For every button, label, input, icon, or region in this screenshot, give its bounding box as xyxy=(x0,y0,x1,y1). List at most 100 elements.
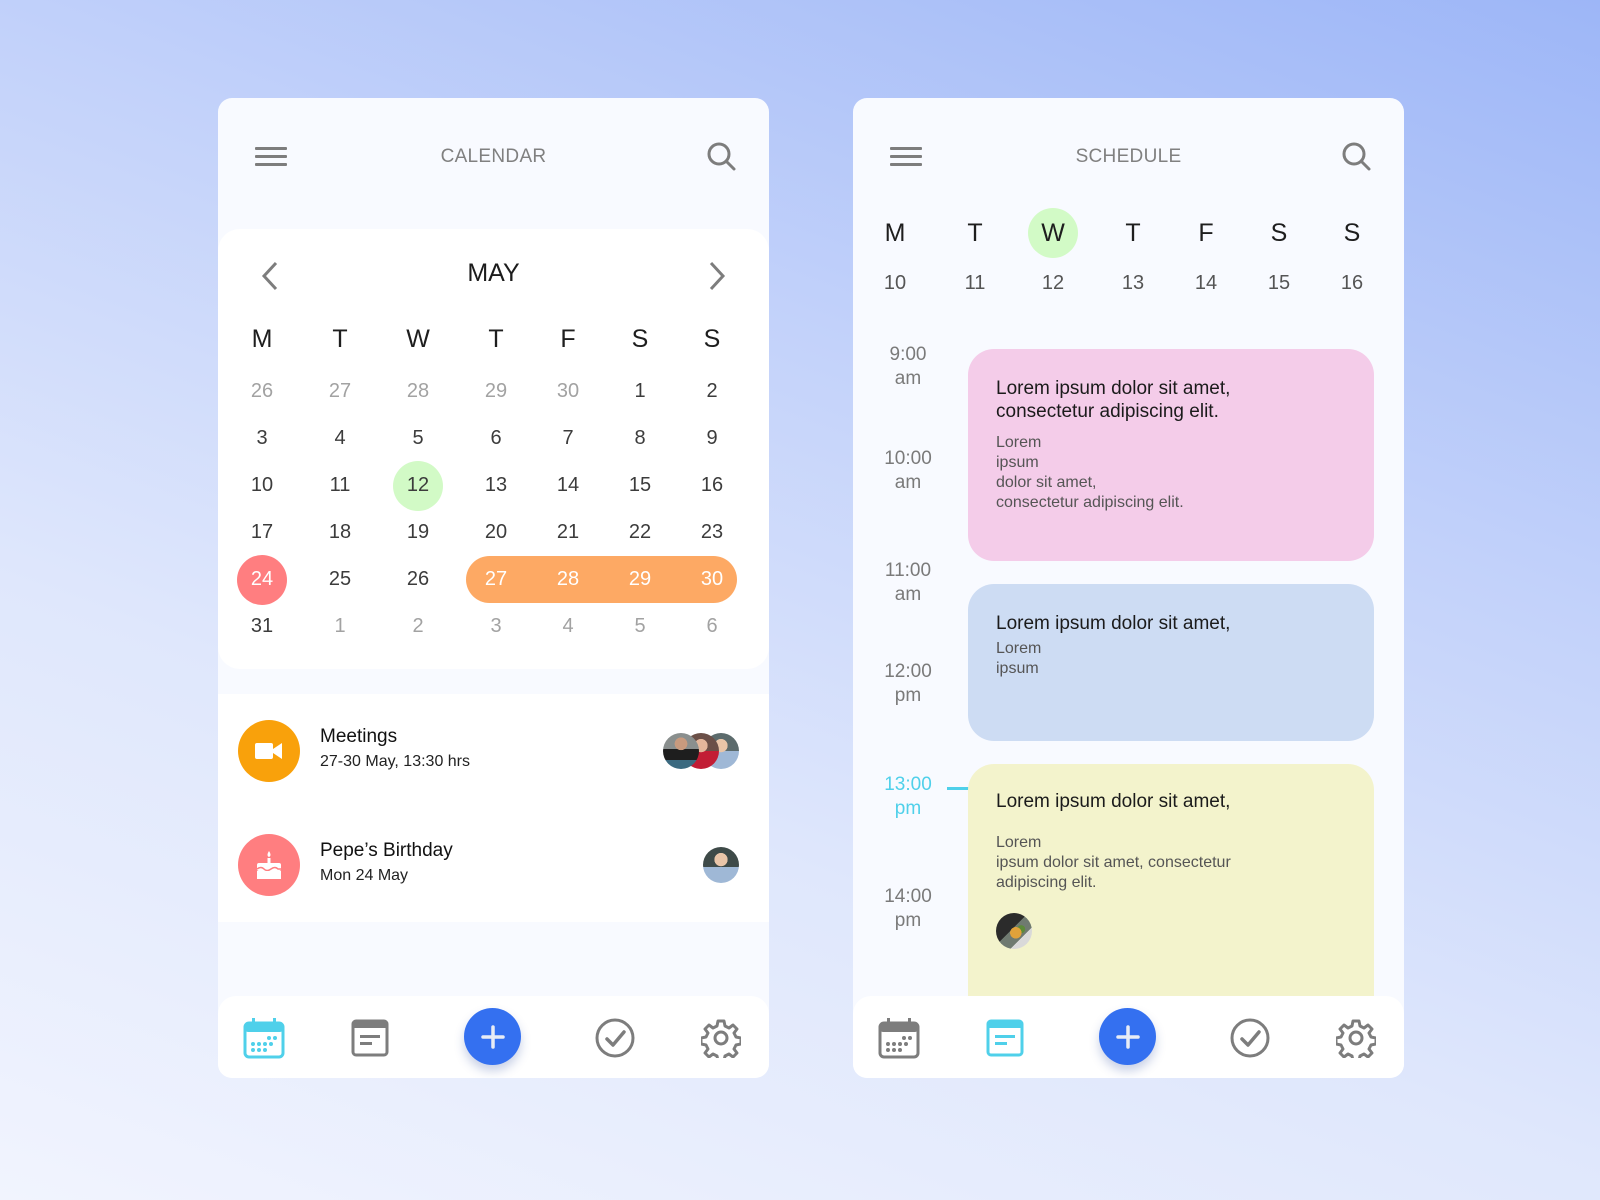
date-cell[interactable]: 10 xyxy=(232,462,292,509)
schedule-event[interactable]: Lorem ipsum dolor sit amet, Lorem ipsum xyxy=(968,584,1374,741)
weekday-label: F xyxy=(560,325,576,353)
weekday-label: T xyxy=(488,325,504,353)
date-cell[interactable]: 27 xyxy=(310,368,370,415)
week-day-active[interactable]: W 12 xyxy=(1023,208,1083,295)
event-list: Meetings 27-30 May, 13:30 hrs Pepe’s Bir… xyxy=(218,694,769,922)
event-item-meetings[interactable]: Meetings 27-30 May, 13:30 hrs xyxy=(238,720,739,782)
date-cell[interactable]: 3 xyxy=(232,415,292,462)
date-cell[interactable]: 4 xyxy=(310,415,370,462)
weekday-date: 16 xyxy=(1340,272,1364,294)
birthday-cake-icon xyxy=(238,834,300,896)
date-cell[interactable]: 28 xyxy=(388,368,448,415)
date-cell[interactable]: 29 xyxy=(610,556,670,603)
weekday-label: M xyxy=(251,325,273,353)
date-cell[interactable]: 15 xyxy=(610,462,670,509)
event-body: Lorem ipsum xyxy=(996,640,1042,677)
week-day[interactable]: S 15 xyxy=(1249,208,1309,295)
calendar-icon[interactable] xyxy=(242,1016,286,1060)
date-cell[interactable]: 29 xyxy=(466,368,526,415)
date-cell[interactable]: 26 xyxy=(232,368,292,415)
date-cell[interactable]: 21 xyxy=(538,509,598,556)
plus-icon xyxy=(1115,1024,1140,1049)
date-cell[interactable]: 31 xyxy=(232,603,292,650)
date-cell[interactable]: 13 xyxy=(466,462,526,509)
attendee-avatars xyxy=(703,847,739,883)
schedule-screen: SCHEDULE M 10 T 11 W 12 T 13 F 14 S 15 S 16 9:00 am 10:… xyxy=(853,98,1404,1078)
event-subtitle: Mon 24 May xyxy=(320,867,409,884)
attendee-avatars xyxy=(663,733,739,769)
week-day[interactable]: F 14 xyxy=(1176,208,1236,295)
chevron-right-icon[interactable] xyxy=(701,259,731,293)
time-label: 9:00 am xyxy=(889,344,927,389)
date-cell[interactable]: 23 xyxy=(682,509,742,556)
weekday-label: F xyxy=(1198,218,1214,247)
notes-icon[interactable] xyxy=(348,1016,392,1060)
date-cell[interactable]: 19 xyxy=(388,509,448,556)
weekday-header: MTWTFSS xyxy=(222,317,766,362)
event-title: Lorem ipsum dolor sit amet, consectetur … xyxy=(996,378,1231,422)
date-cell[interactable]: 26 xyxy=(388,556,448,603)
add-button[interactable] xyxy=(1099,1008,1156,1065)
video-camera-icon xyxy=(238,720,300,782)
schedule-event[interactable]: Lorem ipsum dolor sit amet, consectetur … xyxy=(968,349,1374,561)
date-cell-today[interactable]: 12 xyxy=(388,460,448,511)
date-cell[interactable]: 17 xyxy=(232,509,292,556)
date-cell[interactable]: 2 xyxy=(682,368,742,415)
month-name: MAY xyxy=(467,259,520,287)
date-cell[interactable]: 4 xyxy=(538,603,598,650)
search-icon[interactable] xyxy=(705,140,739,174)
calendar-icon[interactable] xyxy=(877,1016,921,1060)
date-grid: M T W T F S S 26 27 28 29 30 1 2 3 4 5 6 7 8 9 10 11 12 13 14 15 16… xyxy=(222,317,766,650)
event-title: Pepe’s Birthday xyxy=(320,840,453,861)
date-cell[interactable]: 7 xyxy=(538,415,598,462)
settings-gear-icon[interactable] xyxy=(699,1016,743,1060)
date-cell[interactable]: 20 xyxy=(466,509,526,556)
week-day[interactable]: T 13 xyxy=(1103,208,1163,295)
settings-gear-icon[interactable] xyxy=(1334,1016,1378,1060)
schedule-event[interactable]: Lorem ipsum dolor sit amet, Lorem ipsum … xyxy=(968,764,1374,1024)
date-cell[interactable]: 5 xyxy=(388,415,448,462)
event-title: Meetings xyxy=(320,726,398,747)
date-cell[interactable]: 27 xyxy=(466,556,526,603)
date-cell[interactable]: 6 xyxy=(466,415,526,462)
date-cell[interactable]: 3 xyxy=(466,603,526,650)
date-cell[interactable]: 28 xyxy=(538,556,598,603)
date-cell[interactable]: 18 xyxy=(310,509,370,556)
time-label: 12:00 pm xyxy=(884,661,932,706)
date-cell[interactable]: 16 xyxy=(682,462,742,509)
date-cell[interactable]: 1 xyxy=(610,368,670,415)
week-day[interactable]: S 16 xyxy=(1322,208,1382,295)
avatar xyxy=(663,733,699,769)
search-icon[interactable] xyxy=(1340,140,1374,174)
time-column: 9:00 am 10:00 am 11:00 am 12:00 pm 13:00 pm 14:00 p… xyxy=(853,98,973,1078)
date-cell[interactable]: 14 xyxy=(538,462,598,509)
avatar xyxy=(703,847,739,883)
date-cell[interactable]: 8 xyxy=(610,415,670,462)
date-cell[interactable]: 9 xyxy=(682,415,742,462)
event-item-birthday[interactable]: Pepe’s Birthday Mon 24 May xyxy=(238,834,739,896)
date-cell[interactable]: 5 xyxy=(610,603,670,650)
check-circle-icon[interactable] xyxy=(1228,1016,1272,1060)
add-button[interactable] xyxy=(464,1008,521,1065)
week-row: 3456789 xyxy=(222,415,766,462)
screen-title: CALENDAR xyxy=(440,146,547,167)
date-cell[interactable]: 30 xyxy=(538,368,598,415)
date-cell-birthday[interactable]: 24 xyxy=(232,554,292,605)
date-cell[interactable]: 6 xyxy=(682,603,742,650)
date-cell[interactable]: 2 xyxy=(388,603,448,650)
date-cell[interactable]: 22 xyxy=(610,509,670,556)
time-label: 11:00 am xyxy=(884,560,932,605)
notes-icon[interactable] xyxy=(983,1016,1027,1060)
current-time-label: 13:00 pm xyxy=(884,774,932,819)
top-bar: CALENDAR xyxy=(218,98,769,218)
date-cell[interactable]: 30 xyxy=(682,556,742,603)
date-cell[interactable]: 11 xyxy=(310,462,370,509)
event-title: Lorem ipsum dolor sit amet, xyxy=(996,613,1231,634)
week-row: 31 1 2 3 4 5 6 xyxy=(222,603,766,650)
weekday-date: 13 xyxy=(1121,272,1145,294)
plus-icon xyxy=(480,1024,505,1049)
time-label: 14:00 pm xyxy=(884,886,932,931)
date-cell[interactable]: 25 xyxy=(310,556,370,603)
date-cell[interactable]: 1 xyxy=(310,603,370,650)
check-circle-icon[interactable] xyxy=(593,1016,637,1060)
